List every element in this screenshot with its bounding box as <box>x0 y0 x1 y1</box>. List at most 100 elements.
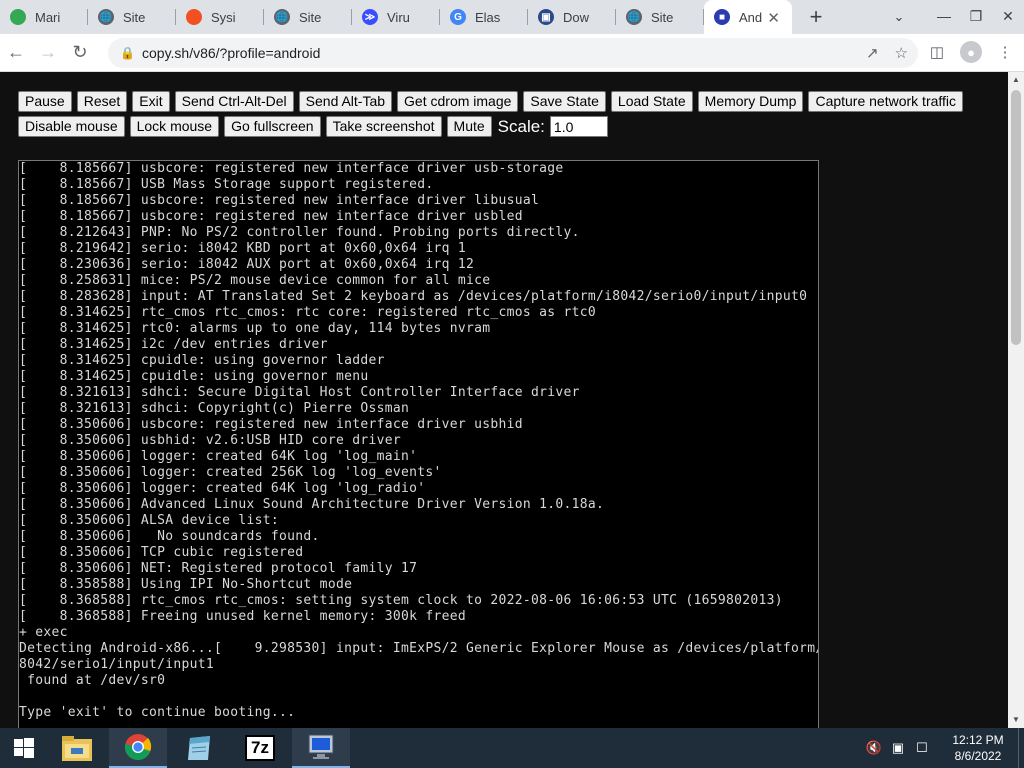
reset-button[interactable]: Reset <box>76 91 128 112</box>
address-bar[interactable]: 🔒 copy.sh/v86/?profile=android ↗ ☆ <box>108 38 918 68</box>
send-alt-tab-button[interactable]: Send Alt-Tab <box>298 91 393 112</box>
windows-icon <box>186 9 202 25</box>
forward-icon[interactable]: → <box>32 37 64 69</box>
tab-title: Site <box>123 9 146 25</box>
back-icon[interactable]: ← <box>0 37 32 69</box>
terminal-line: [ 8.314625] rtc0: alarms up to one day, … <box>19 321 491 336</box>
taskbar-notepad[interactable] <box>170 728 228 768</box>
terminal-line: [ 8.185667] USB Mass Storage support reg… <box>19 177 434 192</box>
terminal-line: [ 8.358588] Using IPI No-Shortcut mode <box>19 577 353 592</box>
taskbar-7zip[interactable]: 7z <box>231 728 289 768</box>
send-ctrl-alt-del-button[interactable]: Send Ctrl-Alt-Del <box>174 91 294 112</box>
lock-mouse-button[interactable]: Lock mouse <box>129 116 220 137</box>
save-state-button[interactable]: Save State <box>523 91 606 112</box>
pause-button[interactable]: Pause <box>18 91 72 112</box>
scrollbar-thumb[interactable] <box>1011 90 1021 345</box>
minimize-icon[interactable]: — <box>928 0 960 34</box>
tab-search-icon[interactable]: ⌄ <box>884 0 914 34</box>
browser-tab[interactable]: ≫ Viru <box>352 0 440 34</box>
terminal-line: 8042/serio1/input/input1 <box>19 657 215 672</box>
terminal-line: [ 8.283628] input: AT Translated Set 2 k… <box>19 289 808 304</box>
clock-time: 12:12 PM <box>952 733 1004 747</box>
browser-toolbar: ← → ↻ 🔒 copy.sh/v86/?profile=android ↗ ☆… <box>0 34 1024 72</box>
side-panel-icon[interactable]: ◫ <box>924 38 950 66</box>
terminal-line: Type 'exit' to continue booting... <box>19 705 296 720</box>
close-tab-icon[interactable]: ✕ <box>767 9 780 27</box>
volume-muted-icon[interactable]: 🔇 <box>862 740 886 756</box>
tab-title: Site <box>299 9 322 25</box>
browser-tab[interactable]: 🌐 Site <box>88 0 176 34</box>
terminal-line: [ 8.350606] ALSA device list: <box>19 513 280 528</box>
disable-mouse-button[interactable]: Disable mouse <box>18 116 125 137</box>
v86-page: Pause Reset Exit Send Ctrl-Alt-Del Send Alt-… <box>0 72 1008 728</box>
lock-icon[interactable]: 🔒 <box>120 46 135 60</box>
taskbar-chrome[interactable] <box>109 728 167 768</box>
terminal-line: [ 8.321613] sdhci: Secure Digital Host C… <box>19 385 580 400</box>
browser-tab[interactable]: 🌐 Site <box>264 0 352 34</box>
terminal-line: found at /dev/sr0 <box>19 673 166 688</box>
profile-avatar-icon[interactable]: ● <box>960 41 982 63</box>
globe-icon: 🌐 <box>274 9 290 25</box>
tab-title: Site <box>651 9 674 25</box>
capture-network-traffic-button[interactable]: Capture network traffic <box>808 91 964 112</box>
taskbar-file-explorer[interactable] <box>48 728 106 768</box>
terminal-line: [ 8.350606] Advanced Linux Sound Archite… <box>19 497 605 512</box>
7zip-icon: 7z <box>245 735 275 761</box>
start-button[interactable] <box>0 728 48 768</box>
terminal-line: [ 8.314625] rtc_cmos rtc_cmos: rtc core:… <box>19 305 596 320</box>
exit-button[interactable]: Exit <box>132 91 170 112</box>
terminal-line: [ 8.258631] mice: PS/2 mouse device comm… <box>19 273 491 288</box>
browser-tab[interactable]: ▣ Dow <box>528 0 616 34</box>
restore-icon[interactable]: ❐ <box>960 0 992 34</box>
scroll-up-arrow-icon[interactable]: ▲ <box>1008 72 1024 88</box>
menu-kebab-icon[interactable]: ⋮ <box>992 38 1018 66</box>
terminal-line: Detecting Android-x86...[ 9.298530] inpu… <box>19 641 819 656</box>
terminal-line: [ 8.350606] logger: created 64K log 'log… <box>19 449 418 464</box>
new-tab-button[interactable]: + <box>796 0 836 34</box>
scroll-down-arrow-icon[interactable]: ▼ <box>1008 712 1024 728</box>
browser-tab[interactable]: 🌐 Site <box>616 0 704 34</box>
show-desktop-button[interactable] <box>1018 728 1024 768</box>
controls-row-2: Disable mouse Lock mouse Go fullscreen Take… <box>18 116 998 137</box>
terminal-line: + exec <box>19 625 68 640</box>
scale-input[interactable] <box>549 116 608 137</box>
browser-tab[interactable]: Sysi <box>176 0 264 34</box>
terminal-line: [ 8.314625] i2c /dev entries driver <box>19 337 328 352</box>
action-center-icon[interactable]: ☐ <box>910 740 934 756</box>
virustotal-icon: ≫ <box>362 9 378 25</box>
browser-tab[interactable]: ■ And ✕ <box>704 0 792 34</box>
network-icon[interactable]: ▣ <box>886 740 910 756</box>
notepad-icon <box>188 736 210 760</box>
scale-label: Scale: <box>497 116 545 136</box>
tab-strip: Mari 🌐 Site Sysi 🌐 Site ≫ Viru G Elas ▣ Dow 🌐 Site ■ An… <box>0 0 1024 34</box>
take-screenshot-button[interactable]: Take screenshot <box>325 116 442 137</box>
get-cdrom-image-button[interactable]: Get cdrom image <box>397 91 519 112</box>
load-state-button[interactable]: Load State <box>610 91 693 112</box>
system-clock[interactable]: 12:12 PM 8/6/2022 <box>942 732 1014 764</box>
terminal-line: [ 8.350606] logger: created 256K log 'lo… <box>19 465 442 480</box>
share-icon[interactable]: ↗ <box>866 44 879 62</box>
go-fullscreen-button[interactable]: Go fullscreen <box>224 116 321 137</box>
browser-tab[interactable]: Mari <box>0 0 88 34</box>
emulator-controls: Pause Reset Exit Send Ctrl-Alt-Del Send Alt-… <box>18 91 998 141</box>
terminal-line: [ 8.212643] PNP: No PS/2 controller foun… <box>19 225 580 240</box>
tab-title: Mari <box>35 9 61 25</box>
mute-button[interactable]: Mute <box>446 116 492 137</box>
tab-title: And <box>739 9 763 25</box>
taskbar-computer[interactable] <box>292 728 350 768</box>
bookmark-star-icon[interactable]: ☆ <box>895 44 908 62</box>
terminal-line: [ 8.350606] No soundcards found. <box>19 529 320 544</box>
terminal-line: [ 8.185667] usbcore: registered new inte… <box>19 161 564 176</box>
close-window-icon[interactable]: ✕ <box>992 0 1024 34</box>
browser-tab[interactable]: G Elas <box>440 0 528 34</box>
emulator-screen[interactable]: [ 8.185667] usbcore: registered new inte… <box>18 160 819 728</box>
windows-logo-icon <box>14 738 34 758</box>
controls-row-1: Pause Reset Exit Send Ctrl-Alt-Del Send Alt-… <box>18 91 998 112</box>
reload-icon[interactable]: ↻ <box>64 37 96 69</box>
tab-title: Viru <box>387 9 410 25</box>
url-text[interactable]: copy.sh/v86/?profile=android <box>142 45 320 61</box>
terminal-line: [ 8.350606] usbhid: v2.6:USB HID core dr… <box>19 433 401 448</box>
page-scrollbar[interactable]: ▲ ▼ <box>1008 72 1024 728</box>
memory-dump-button[interactable]: Memory Dump <box>697 91 804 112</box>
